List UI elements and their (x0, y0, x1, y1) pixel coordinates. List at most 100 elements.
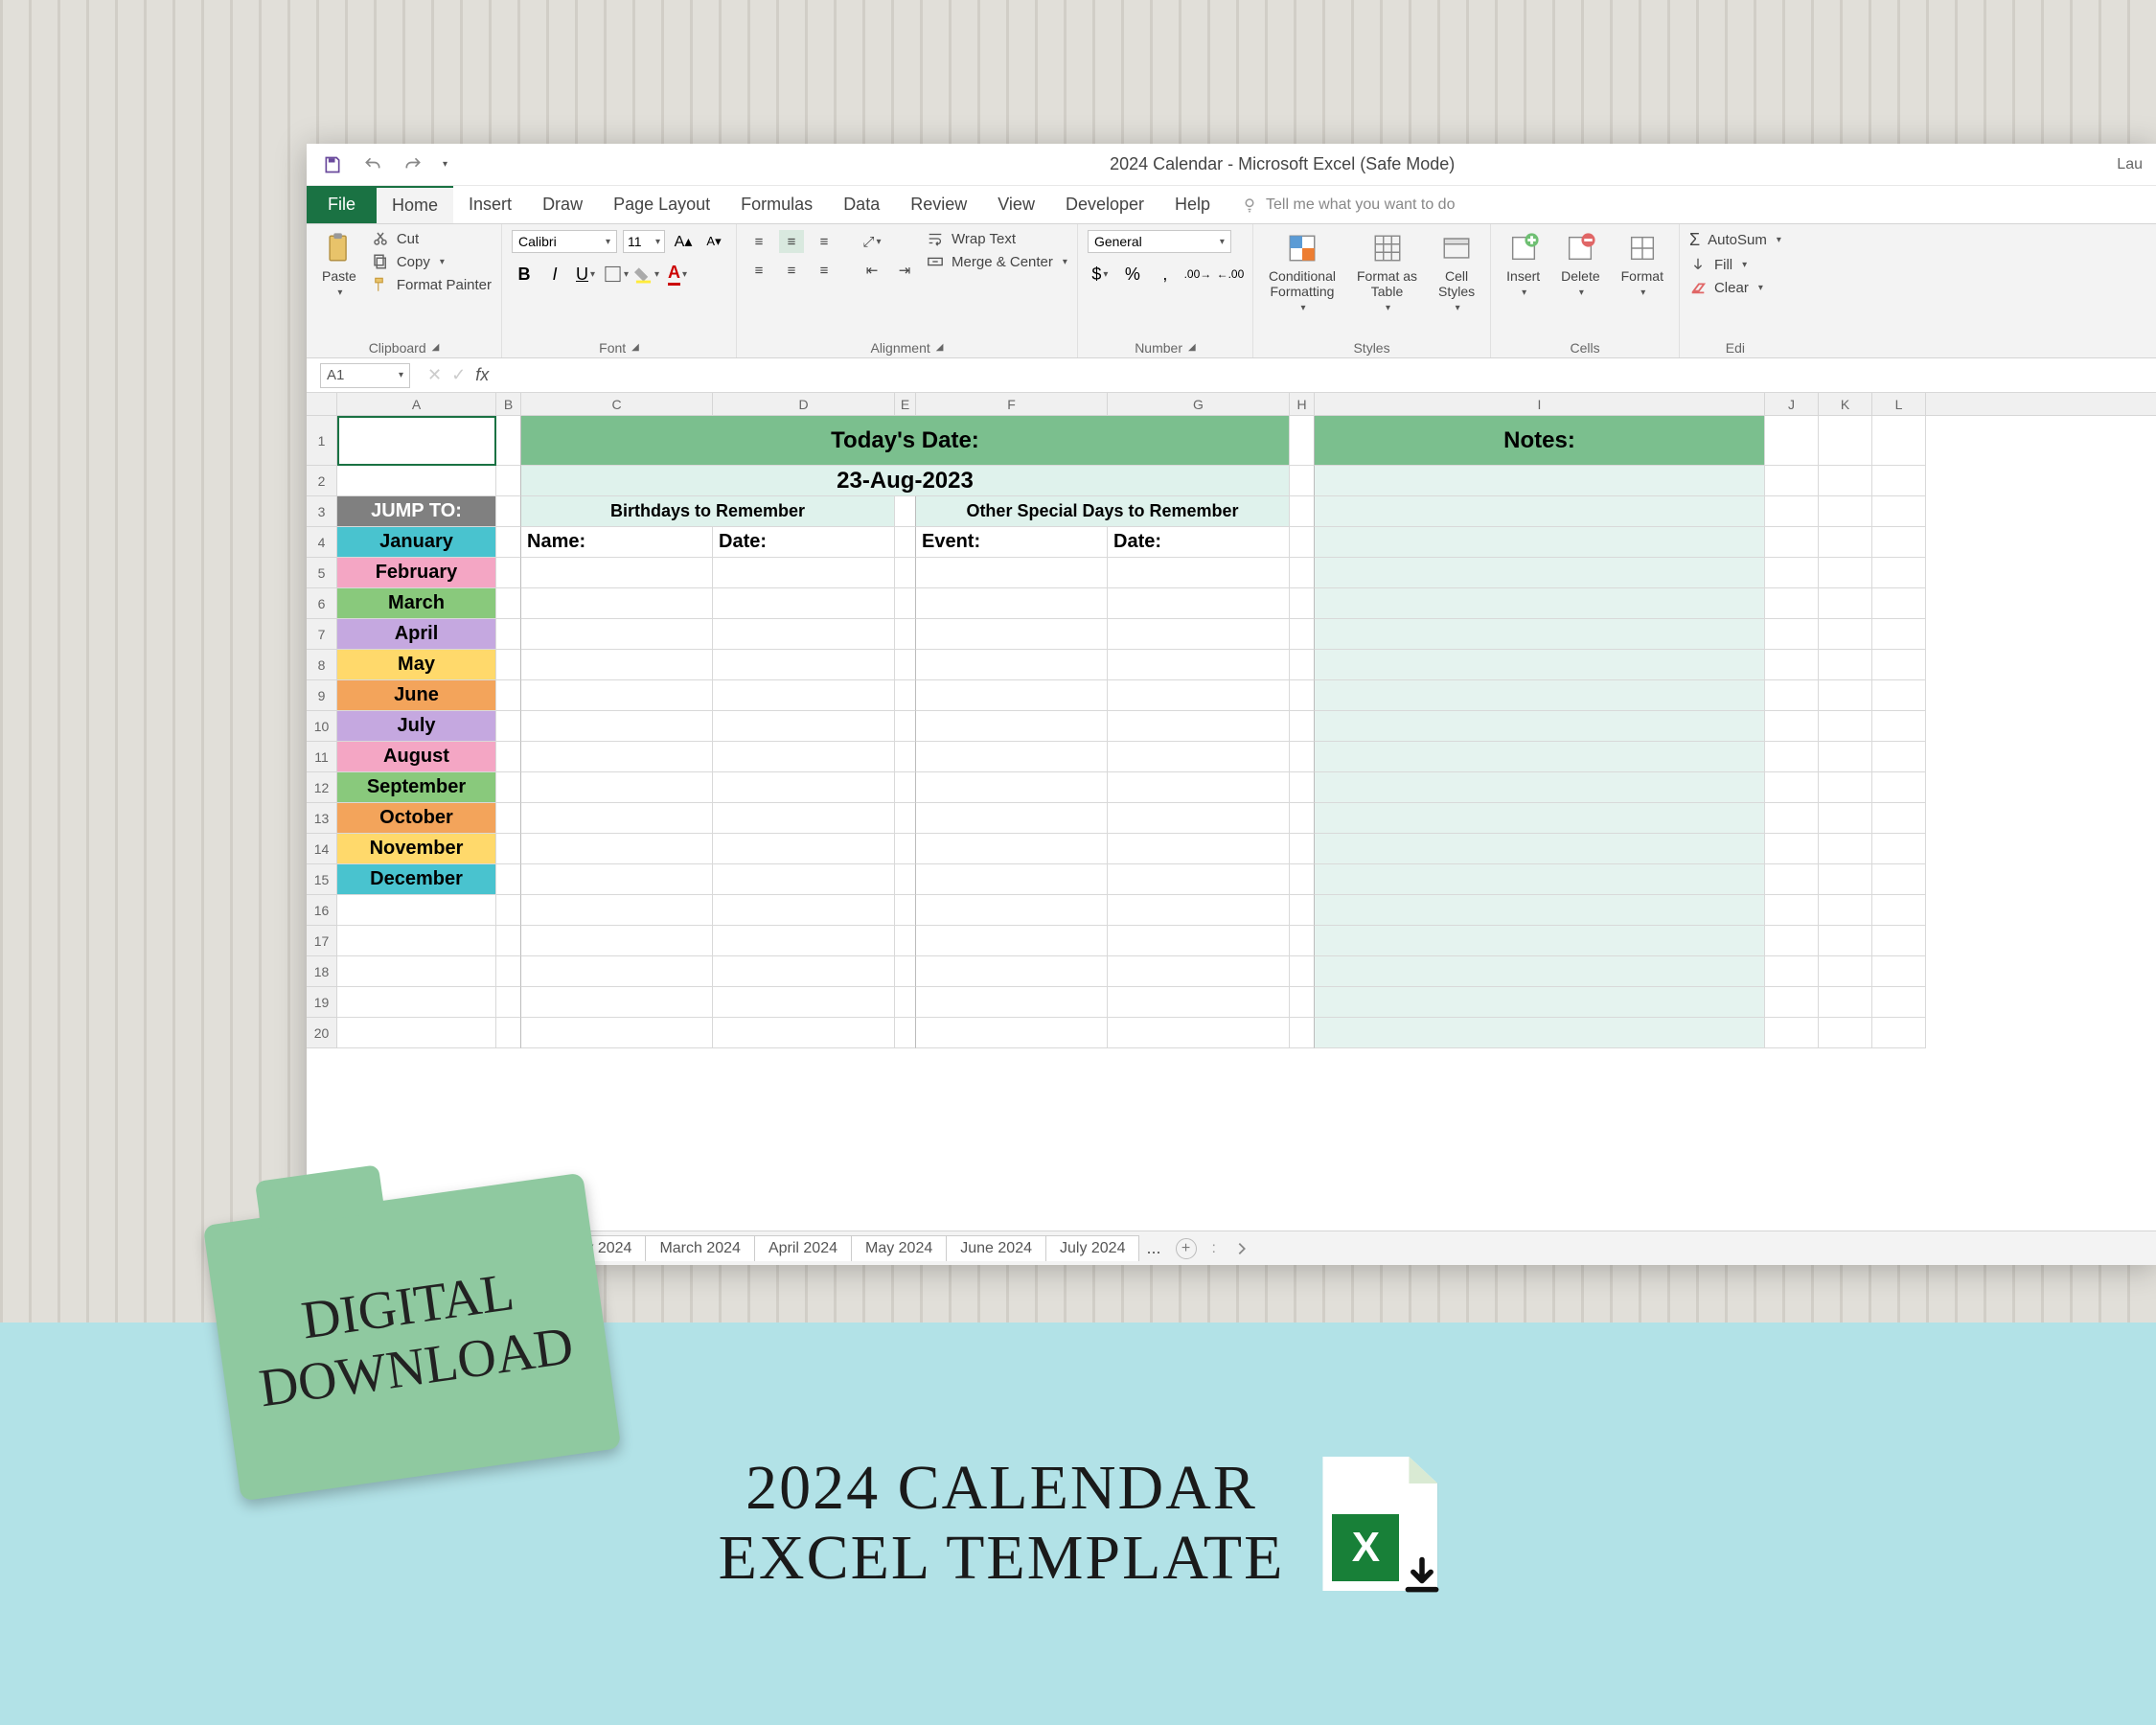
notes-cell[interactable] (1315, 527, 1765, 558)
month-link[interactable]: May (337, 650, 496, 680)
font-size-select[interactable]: 11▾ (623, 230, 665, 253)
percent-icon[interactable]: % (1120, 263, 1145, 286)
cell[interactable] (1872, 895, 1926, 926)
cell[interactable] (1819, 742, 1872, 772)
cell[interactable] (1290, 1018, 1315, 1048)
cell[interactable] (1872, 772, 1926, 803)
cell[interactable] (1819, 558, 1872, 588)
cell[interactable] (916, 558, 1108, 588)
cell[interactable] (521, 1018, 713, 1048)
cell[interactable] (895, 588, 916, 619)
cell[interactable] (916, 956, 1108, 987)
cell[interactable] (1290, 588, 1315, 619)
align-middle-icon[interactable]: ≡ (779, 230, 804, 253)
cell[interactable] (1765, 803, 1819, 834)
cell[interactable] (916, 895, 1108, 926)
cell[interactable] (895, 1018, 916, 1048)
cell[interactable] (1872, 558, 1926, 588)
cell[interactable] (916, 1018, 1108, 1048)
month-link[interactable]: April (337, 619, 496, 650)
cell[interactable] (1819, 650, 1872, 680)
notes-header[interactable]: Notes: (1315, 416, 1765, 466)
notes-cell[interactable] (1315, 834, 1765, 864)
row-header[interactable]: 7 (307, 619, 336, 650)
decrease-indent-icon[interactable]: ⇤ (860, 259, 884, 282)
cell[interactable] (916, 834, 1108, 864)
copy-button[interactable]: Copy▾ (372, 253, 492, 270)
cell[interactable] (496, 1018, 521, 1048)
cell[interactable] (1108, 680, 1290, 711)
cell[interactable] (1872, 619, 1926, 650)
cell[interactable] (1765, 496, 1819, 527)
format-painter-button[interactable]: Format Painter (372, 276, 492, 293)
cell[interactable] (1765, 742, 1819, 772)
col-header[interactable]: I (1315, 393, 1765, 415)
cell[interactable] (895, 558, 916, 588)
cell[interactable] (1108, 864, 1290, 895)
row-header[interactable]: 11 (307, 742, 336, 772)
cell[interactable] (895, 956, 916, 987)
cell[interactable] (895, 619, 916, 650)
cell[interactable] (496, 895, 521, 926)
cell[interactable] (1765, 619, 1819, 650)
notes-cell[interactable] (1315, 466, 1765, 496)
cell-a1[interactable] (337, 416, 496, 466)
paste-button[interactable]: Paste ▾ (316, 230, 362, 300)
cell[interactable] (916, 680, 1108, 711)
cell[interactable] (521, 650, 713, 680)
notes-cell[interactable] (1315, 864, 1765, 895)
cell[interactable] (521, 588, 713, 619)
cell[interactable] (916, 926, 1108, 956)
cell[interactable] (1819, 496, 1872, 527)
cell[interactable] (1290, 496, 1315, 527)
jump-to-header[interactable]: JUMP TO: (337, 496, 496, 527)
cell[interactable] (713, 956, 895, 987)
cell[interactable] (521, 956, 713, 987)
increase-indent-icon[interactable]: ⇥ (892, 259, 917, 282)
cell[interactable] (1765, 650, 1819, 680)
cell[interactable] (713, 711, 895, 742)
cell-styles-button[interactable]: Cell Styles▾ (1433, 230, 1480, 315)
sheet-tab[interactable]: March 2024 (645, 1235, 755, 1261)
currency-icon[interactable]: $▾ (1088, 263, 1112, 286)
cell[interactable] (1765, 987, 1819, 1018)
cell[interactable] (521, 772, 713, 803)
cell[interactable] (1765, 1018, 1819, 1048)
cell[interactable] (1819, 864, 1872, 895)
special-days-header[interactable]: Other Special Days to Remember (916, 496, 1290, 527)
number-launcher-icon[interactable]: ◢ (1188, 342, 1196, 353)
cell[interactable] (1765, 466, 1819, 496)
cell[interactable] (1872, 416, 1926, 466)
cell[interactable] (521, 742, 713, 772)
increase-decimal-icon[interactable]: .00→ (1185, 263, 1210, 286)
col-header[interactable]: L (1872, 393, 1926, 415)
cell[interactable] (1108, 834, 1290, 864)
notes-cell[interactable] (1315, 1018, 1765, 1048)
save-icon[interactable] (320, 153, 345, 176)
border-button[interactable]: ▾ (604, 263, 629, 286)
cell[interactable] (521, 803, 713, 834)
month-link[interactable]: February (337, 558, 496, 588)
cell[interactable] (337, 895, 496, 926)
row-header[interactable]: 10 (307, 711, 336, 742)
cell[interactable] (1872, 956, 1926, 987)
cell[interactable] (1765, 772, 1819, 803)
name-box[interactable]: A1▾ (320, 363, 410, 388)
cell[interactable] (521, 864, 713, 895)
cell[interactable] (1290, 619, 1315, 650)
notes-cell[interactable] (1315, 496, 1765, 527)
col-header[interactable]: J (1765, 393, 1819, 415)
row-header[interactable]: 18 (307, 956, 336, 987)
decrease-font-icon[interactable]: A▾ (701, 230, 726, 253)
formula-input[interactable] (498, 363, 2156, 388)
orientation-icon[interactable]: ⤢▾ (860, 230, 884, 253)
sheet-tab[interactable]: July 2024 (1045, 1235, 1140, 1261)
notes-cell[interactable] (1315, 956, 1765, 987)
cell[interactable] (895, 926, 916, 956)
cell[interactable] (713, 558, 895, 588)
cell[interactable] (496, 956, 521, 987)
autosum-button[interactable]: ΣAutoSum▾ (1689, 230, 1781, 250)
conditional-formatting-button[interactable]: Conditional Formatting▾ (1263, 230, 1342, 315)
cell[interactable] (1290, 926, 1315, 956)
tab-review[interactable]: Review (895, 186, 982, 223)
